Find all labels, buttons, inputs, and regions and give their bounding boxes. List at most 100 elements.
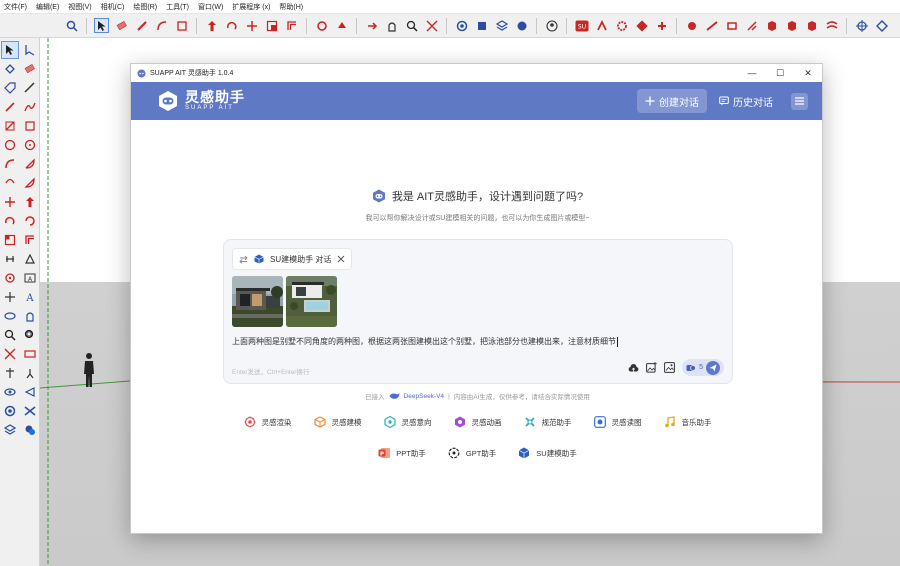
agent-image-reading[interactable]: 灵感读图 xyxy=(593,416,642,428)
crosshair-icon[interactable] xyxy=(854,18,869,33)
rectangle-tool-icon[interactable] xyxy=(174,18,189,33)
plugin-red-k-icon[interactable] xyxy=(824,18,839,33)
chip-close-icon[interactable] xyxy=(337,255,345,263)
warehouse-icon[interactable] xyxy=(454,18,469,33)
rotate-icon[interactable] xyxy=(1,212,19,230)
menu-file[interactable]: 文件(F) xyxy=(4,2,27,12)
rotated-rect-icon[interactable] xyxy=(21,117,39,135)
followme-icon[interactable] xyxy=(21,212,39,230)
zoom-tool-icon[interactable] xyxy=(404,18,419,33)
image-generate-icon[interactable] xyxy=(664,362,675,373)
menu-button[interactable] xyxy=(791,92,808,110)
plugin-red-d-icon[interactable] xyxy=(684,18,699,33)
offset-tool-icon[interactable] xyxy=(284,18,299,33)
switch-icon[interactable] xyxy=(239,255,248,264)
materials-icon[interactable] xyxy=(514,18,529,33)
agent-modeling[interactable]: 灵感建模 xyxy=(313,416,362,428)
prompt-input[interactable]: 上面两种图是别墅不同角度的两种图，根据这两张图建模出这个别墅，把泳池部分也建模出… xyxy=(232,336,618,347)
previous-view-icon[interactable] xyxy=(21,345,39,363)
suapp-plugin-icon[interactable]: SU xyxy=(574,18,589,33)
pan-tool-icon[interactable] xyxy=(384,18,399,33)
rotate-tool-icon[interactable] xyxy=(224,18,239,33)
arc3-icon[interactable] xyxy=(1,174,19,192)
orbit-tool-icon[interactable] xyxy=(364,18,379,33)
menu-view[interactable]: 视图(V) xyxy=(68,2,91,12)
select-icon[interactable] xyxy=(1,41,19,59)
tape-tool-icon[interactable] xyxy=(314,18,329,33)
tape-icon[interactable] xyxy=(1,250,19,268)
agent-standards[interactable]: 规范助手 xyxy=(524,416,572,428)
plugin-red-e-icon[interactable] xyxy=(704,18,719,33)
minimize-button[interactable]: — xyxy=(738,64,766,82)
zoom-icon[interactable] xyxy=(1,326,19,344)
agent-music[interactable]: 音乐助手 xyxy=(664,416,712,428)
agent-animation[interactable]: 灵感动画 xyxy=(454,416,502,428)
agent-gpt[interactable]: GPT助手 xyxy=(448,447,496,459)
paint-tool-icon[interactable] xyxy=(334,18,349,33)
user-account-icon[interactable] xyxy=(544,18,559,33)
materials-pal-icon[interactable] xyxy=(21,421,39,439)
circle-icon[interactable] xyxy=(1,136,19,154)
agent-ppt[interactable]: P PPT助手 xyxy=(378,447,426,459)
close-button[interactable]: ✕ xyxy=(794,64,822,82)
agent-su-modeling[interactable]: SU建模助手 xyxy=(518,447,577,459)
axes-icon[interactable] xyxy=(1,288,19,306)
zoom-extents-icon[interactable] xyxy=(424,18,439,33)
scale-tool-icon[interactable] xyxy=(264,18,279,33)
scale-icon[interactable] xyxy=(1,231,19,249)
plugin-gear-icon[interactable] xyxy=(614,18,629,33)
layers-pal-icon[interactable] xyxy=(1,421,19,439)
pie-icon[interactable] xyxy=(21,174,39,192)
image-upload-icon[interactable] xyxy=(646,362,657,373)
plugin-red-h-icon[interactable] xyxy=(764,18,779,33)
maximize-button[interactable]: ☐ xyxy=(766,64,794,82)
line-icon[interactable] xyxy=(1,98,19,116)
paint-bucket-icon[interactable] xyxy=(1,60,19,78)
zoom-window-icon[interactable] xyxy=(21,326,39,344)
protractor-icon[interactable] xyxy=(1,269,19,287)
history-button[interactable]: 历史对话 xyxy=(719,94,773,109)
layers-icon[interactable] xyxy=(494,18,509,33)
arc2-icon[interactable] xyxy=(21,155,39,173)
ruler-icon[interactable] xyxy=(21,79,39,97)
agent-render[interactable]: 灵感渲染 xyxy=(244,416,292,428)
arc-tool-icon[interactable] xyxy=(154,18,169,33)
search-tool-icon[interactable] xyxy=(64,18,79,33)
section-plane-icon[interactable] xyxy=(21,383,39,401)
attachment-image-1[interactable] xyxy=(232,276,283,327)
menu-tools[interactable]: 工具(T) xyxy=(166,2,189,12)
plugin-red-g-icon[interactable] xyxy=(744,18,759,33)
model-name[interactable]: DeepSeek-V4 xyxy=(404,393,444,400)
eraser-tool-icon[interactable] xyxy=(114,18,129,33)
orbit-icon[interactable] xyxy=(1,307,19,325)
plugin-red-a-icon[interactable] xyxy=(594,18,609,33)
components-icon[interactable] xyxy=(474,18,489,33)
look-around-icon[interactable] xyxy=(1,383,19,401)
plugin-red-j-icon[interactable] xyxy=(804,18,819,33)
window-titlebar[interactable]: SUAPP AIT 灵感助手 1.0.4 — ☐ ✕ xyxy=(131,64,822,82)
send-button[interactable]: 5 xyxy=(682,359,724,376)
menu-extensions[interactable]: 扩展程序 (x) xyxy=(232,2,270,12)
warehouse-pal-icon[interactable] xyxy=(1,402,19,420)
zoom-extents-pal-icon[interactable] xyxy=(1,345,19,363)
move-tool-icon[interactable] xyxy=(244,18,259,33)
new-chat-button[interactable]: 创建对话 xyxy=(637,89,707,113)
pushpull-tool-icon[interactable] xyxy=(204,18,219,33)
attachment-image-2[interactable] xyxy=(286,276,337,327)
arc-icon[interactable] xyxy=(1,155,19,173)
pan-icon[interactable] xyxy=(21,307,39,325)
dimension-icon[interactable] xyxy=(21,250,39,268)
plugin-blue-icon[interactable] xyxy=(874,18,889,33)
lasso-icon[interactable] xyxy=(21,41,39,59)
menu-camera[interactable]: 相机(C) xyxy=(101,2,125,12)
plugin-red-f-icon[interactable] xyxy=(724,18,739,33)
eraser-icon[interactable] xyxy=(21,60,39,78)
text-icon[interactable]: A xyxy=(21,269,39,287)
walk-icon[interactable] xyxy=(21,364,39,382)
menu-help[interactable]: 帮助(H) xyxy=(279,2,303,12)
move-icon[interactable] xyxy=(1,193,19,211)
plugin-red-c-icon[interactable] xyxy=(654,18,669,33)
plugin-red-i-icon[interactable] xyxy=(784,18,799,33)
menu-draw[interactable]: 绘图(R) xyxy=(133,2,157,12)
pencil-tool-icon[interactable] xyxy=(134,18,149,33)
